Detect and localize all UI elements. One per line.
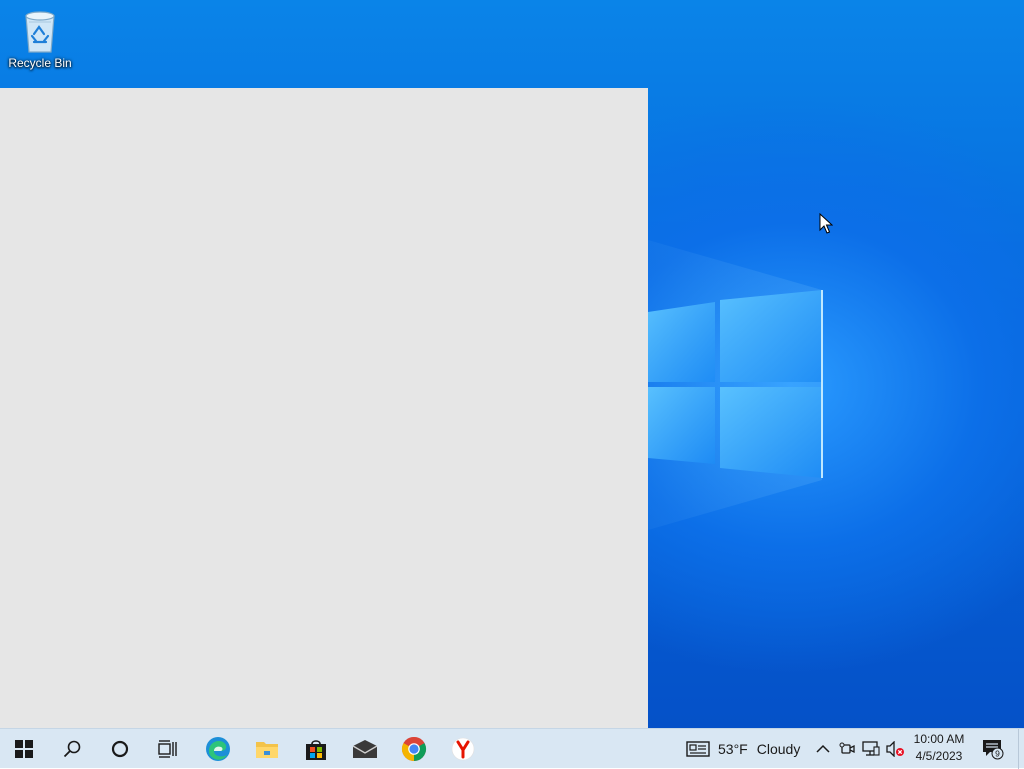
meet-now-button[interactable]: [836, 729, 858, 769]
search-button[interactable]: [48, 729, 96, 769]
task-view-button[interactable]: [144, 729, 192, 769]
volume-button[interactable]: [884, 729, 906, 769]
cortana-button[interactable]: [96, 729, 144, 769]
taskbar-file-explorer-button[interactable]: [243, 729, 291, 769]
show-desktop-button[interactable]: [1018, 729, 1024, 769]
recycle-bin-icon: [25, 11, 55, 53]
task-view-icon: [158, 740, 177, 758]
start-button[interactable]: [0, 729, 48, 769]
network-button[interactable]: [860, 729, 882, 769]
desktop-icon-recycle-bin[interactable]: Recycle Bin: [4, 6, 76, 76]
taskbar: 53°F Cloudy 10:00 AM 4/5/2023 9: [0, 728, 1024, 769]
edge-icon: [206, 737, 230, 761]
store-bag-icon: [306, 740, 326, 760]
network-icon: [862, 741, 880, 756]
search-icon: [63, 740, 81, 758]
news-weather-icon: [686, 741, 710, 757]
weather-temperature: 53°F: [718, 741, 748, 757]
meet-now-icon: [839, 742, 855, 754]
taskbar-store-button[interactable]: [292, 729, 340, 769]
weather-widget[interactable]: 53°F Cloudy: [686, 729, 800, 769]
taskbar-clock[interactable]: 10:00 AM 4/5/2023: [908, 731, 970, 767]
mail-icon: [352, 740, 378, 758]
cortana-circle-icon: [111, 740, 129, 758]
taskbar-chrome-button[interactable]: [390, 729, 438, 769]
clock-time: 10:00 AM: [913, 732, 965, 746]
chevron-up-icon: [816, 744, 830, 753]
volume-muted-icon: [886, 741, 904, 757]
windows-start-icon: [15, 740, 33, 758]
show-hidden-icons-button[interactable]: [812, 729, 834, 769]
chrome-icon: [401, 736, 427, 761]
taskbar-mail-button[interactable]: [341, 729, 389, 769]
mouse-cursor-icon: [819, 213, 833, 234]
blank-app-window[interactable]: [0, 88, 648, 728]
weather-condition: Cloudy: [756, 741, 801, 757]
taskbar-edge-button[interactable]: [194, 729, 242, 769]
taskbar-yandex-button[interactable]: [439, 729, 487, 769]
desktop-icon-label: Recycle Bin: [8, 56, 72, 70]
action-center-button[interactable]: 9: [978, 729, 1008, 769]
desktop-background: Recycle Bin: [0, 0, 1024, 728]
yandex-icon: [451, 737, 475, 761]
clock-date: 4/5/2023: [915, 749, 963, 763]
notification-count: 9: [995, 749, 1000, 759]
folder-icon: [256, 742, 278, 758]
notification-icon: 9: [983, 740, 1004, 760]
